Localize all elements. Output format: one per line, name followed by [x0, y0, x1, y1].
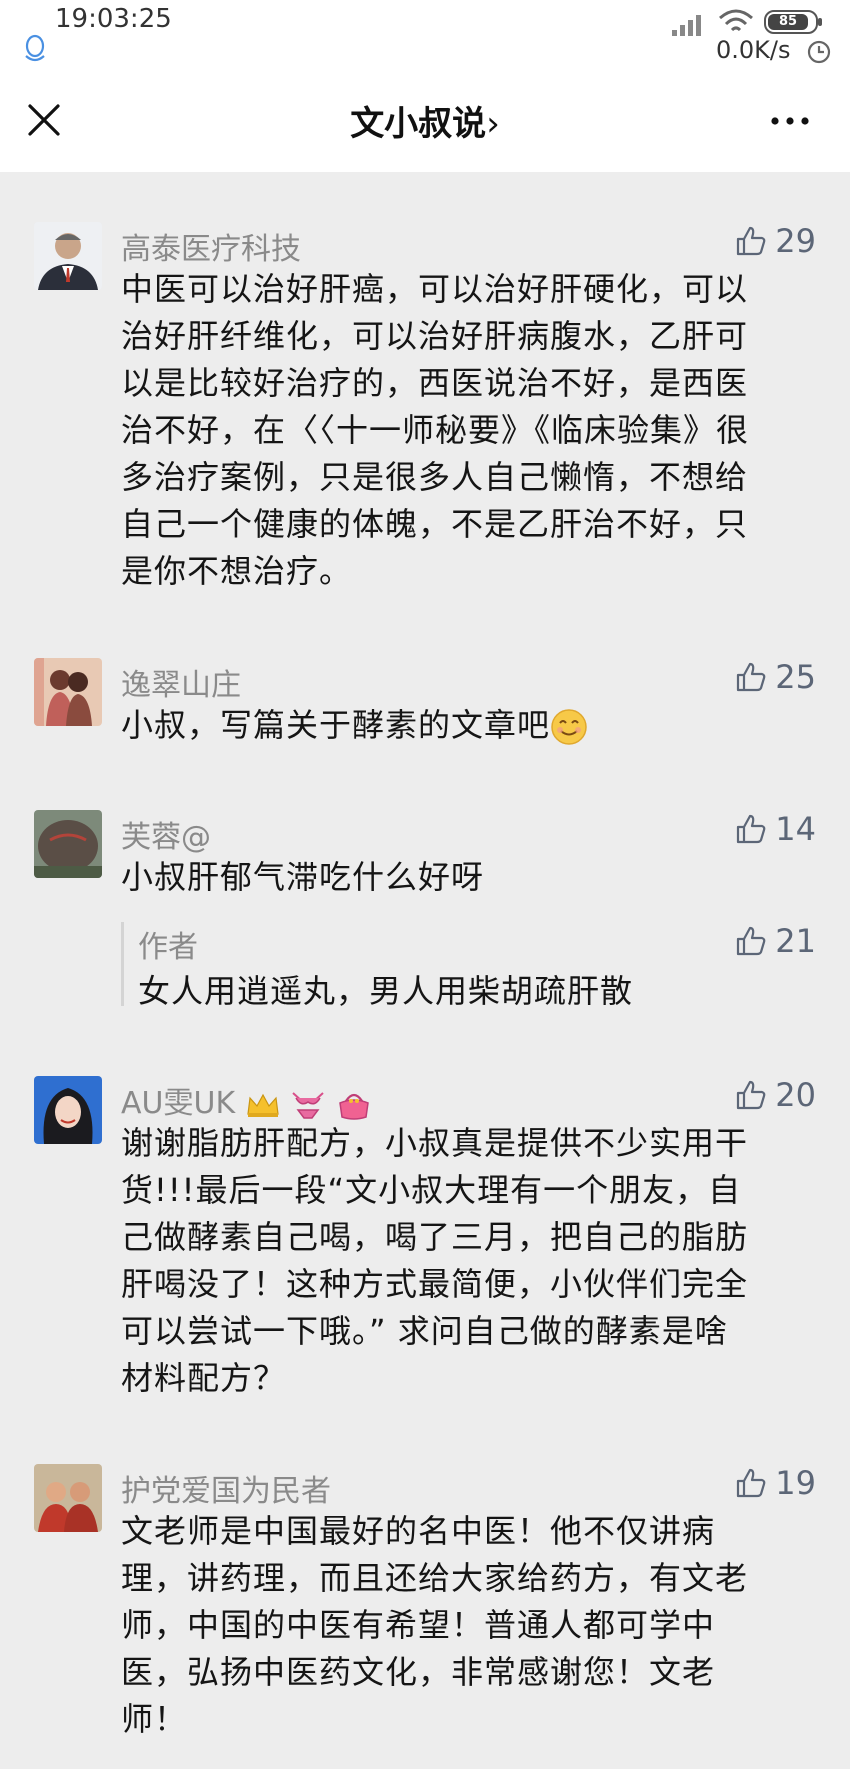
comment-line: 师！ [121, 1700, 188, 1738]
comment-line: 文老师是中国最好的名中医！他不仅讲病 [121, 1512, 716, 1550]
nav-bar: 文小叔说› [0, 70, 850, 172]
author-reply: 作者 女人用逍遥丸，男人用柴胡疏肝散 [121, 922, 824, 1010]
status-time: 19:03:25 [55, 4, 172, 34]
commenter-name-text: AU雯UK [121, 1086, 236, 1121]
avatar[interactable] [34, 658, 102, 726]
comment-line: 己做酵素自己喝，喝了三月，把自己的脂肪 [121, 1218, 749, 1256]
reply-text: 女人用逍遥丸，男人用柴胡疏肝散 [138, 972, 634, 1010]
commenter-name[interactable]: AU雯UK [121, 1078, 372, 1122]
battery-level: 85 [768, 14, 808, 30]
like-button[interactable]: 19 [735, 1464, 816, 1502]
thumbs-up-icon [737, 814, 766, 844]
comment-line: 肝喝没了！这种方式最简便，小伙伴们完全 [121, 1265, 749, 1303]
comment-line: 治不好，在〈〈十一师秘要》《临床验集》很 [121, 411, 750, 449]
comment-text: 小叔肝郁气滞吃什么好呀 [121, 854, 811, 901]
avatar[interactable] [34, 810, 102, 878]
like-count: 20 [775, 1076, 816, 1114]
thumbs-up-icon [737, 1080, 766, 1110]
commenter-name[interactable]: 高泰医疗科技 [121, 224, 301, 268]
comment-line: 理，讲药理，而且还给大家给药方，有文老 [121, 1559, 749, 1597]
battery-icon: 85 [764, 10, 822, 34]
bikini-emoji-icon [292, 1091, 324, 1119]
alarm-clock-icon [807, 40, 831, 64]
like-count: 19 [775, 1464, 816, 1502]
comment-text: 中医可以治好肝癌，可以治好肝硬化，可以 治好肝纤维化，可以治好肝病腹水，乙肝可 … [121, 266, 811, 595]
like-button[interactable]: 25 [735, 658, 816, 696]
chevron-right-icon: › [486, 104, 500, 144]
comment-line: 医，弘扬中医药文化，非常感谢您！文老 [121, 1653, 716, 1691]
avatar[interactable] [34, 222, 102, 290]
like-count: 21 [775, 922, 816, 960]
reply-author-name: 作者 [138, 930, 198, 965]
comment-line: 是你不想治疗。 [121, 552, 353, 590]
like-count: 29 [775, 222, 816, 260]
comment-line: 材料配方？ [121, 1359, 287, 1397]
purse-emoji-icon [338, 1093, 369, 1120]
comment-line: 自己一个健康的体魄，不是乙肝治不好，只 [121, 505, 749, 543]
thumbs-up-icon [737, 926, 766, 956]
like-button[interactable]: 20 [735, 1076, 816, 1114]
more-icon[interactable] [770, 116, 810, 126]
avatar[interactable] [34, 1076, 102, 1144]
comment-line: 中医可以治好肝癌，可以治好肝硬化，可以 [121, 270, 749, 308]
comment-text: 谢谢脂肪肝配方，小叔真是提供不少实用干 货!!!最后一段“文小叔大理有一个朋友，… [121, 1120, 811, 1402]
avatar[interactable] [34, 1464, 102, 1532]
comment-line: 师，中国的中医有希望！普通人都可学中 [121, 1606, 716, 1644]
status-bar: 19:03:25 85 0.0K/s [0, 0, 850, 70]
commenter-name[interactable]: 护党爱国为民者 [121, 1466, 331, 1510]
like-button[interactable]: 29 [735, 222, 816, 260]
comment-line: 谢谢脂肪肝配方，小叔真是提供不少实用干 [121, 1124, 749, 1162]
page-title[interactable]: 文小叔说› [0, 96, 850, 145]
thumbs-up-icon [737, 662, 766, 692]
comment-text: 文老师是中国最好的名中医！他不仅讲病 理，讲药理，而且还给大家给药方，有文老 师… [121, 1508, 811, 1743]
comment-line: 多治疗案例，只是很多人自己懒惰，不想给 [121, 458, 749, 496]
comment-text: 小叔，写篇关于酵素的文章吧 [121, 702, 811, 749]
comment-line: 可以尝试一下哦。” 求问自己做的酵素是啥 [121, 1312, 728, 1350]
signal-icon [672, 15, 701, 36]
wifi-icon [719, 9, 753, 32]
crown-emoji-icon [246, 1093, 279, 1117]
commenter-name[interactable]: 逸翠山庄 [121, 660, 241, 704]
thumbs-up-icon [737, 1468, 766, 1498]
network-speed: 0.0K/s [716, 36, 791, 64]
comment-line: 治好肝纤维化，可以治好肝病腹水，乙肝可 [121, 317, 749, 355]
reply-like-button[interactable]: 21 [735, 922, 816, 960]
smiling-face-emoji-icon [551, 709, 587, 745]
thumbs-up-icon [737, 226, 766, 256]
like-button[interactable]: 14 [735, 810, 816, 848]
comment-line: 小叔，写篇关于酵素的文章吧 [121, 706, 551, 744]
comment-line: 以是比较好治疗的，西医说治不好，是西医 [121, 364, 749, 402]
comment-line: 小叔肝郁气滞吃什么好呀 [121, 858, 485, 896]
like-count: 25 [775, 658, 816, 696]
page-title-text: 文小叔说 [350, 104, 487, 144]
comment-line: 货!!!最后一段“文小叔大理有一个朋友，自 [121, 1171, 742, 1209]
commenter-name[interactable]: 芙蓉@ [121, 812, 211, 856]
like-count: 14 [775, 810, 816, 848]
qq-penguin-icon [25, 34, 45, 62]
